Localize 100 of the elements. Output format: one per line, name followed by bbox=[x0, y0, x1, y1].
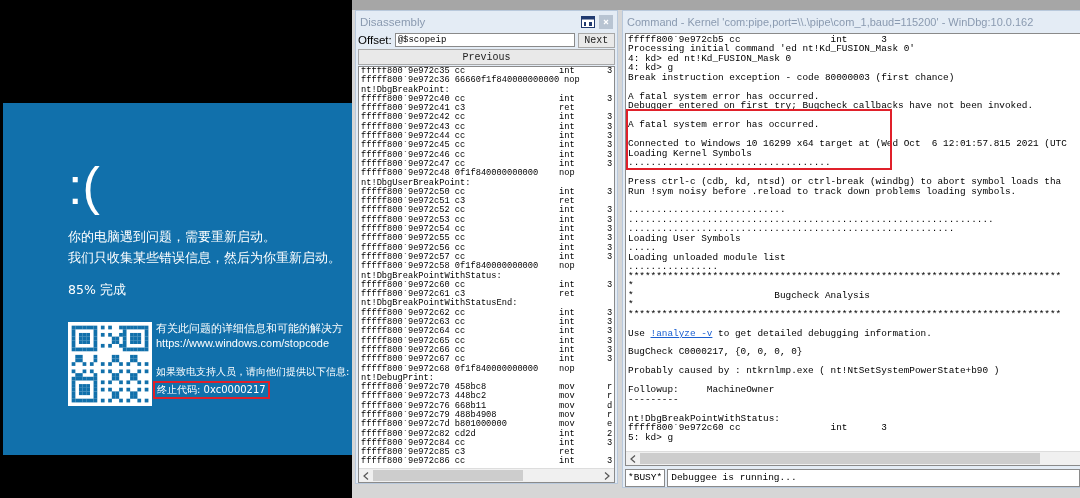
output-line: nt!DbgBreakPointWithStatus: bbox=[628, 412, 780, 424]
operand: 3 bbox=[607, 159, 613, 170]
symbol-label: nt!DbgBreakPointWithStatus: bbox=[361, 271, 502, 281]
operand: 3 bbox=[607, 94, 613, 105]
symbol-label: nt!DbgUserBreakPoint: bbox=[361, 178, 471, 188]
address-bytes: fffff800`9e972c60 cc bbox=[361, 280, 466, 290]
error-message: 我们只收集某些错误信息，然后为你重新启动。 bbox=[68, 248, 341, 267]
output-line: BugCheck C0000217, {0, 0, 0, 0} bbox=[628, 346, 803, 358]
operand: d bbox=[607, 401, 613, 411]
output-line: .................................... bbox=[628, 157, 831, 169]
mnemonic: mov bbox=[559, 400, 575, 411]
operand: 3 bbox=[607, 225, 613, 235]
next-button[interactable]: Next bbox=[577, 32, 615, 48]
mnemonic: int bbox=[559, 67, 575, 76]
address-bytes: fffff800`9e972c63 cc bbox=[361, 318, 467, 327]
operand: 3 bbox=[607, 132, 613, 142]
mnemonic: int bbox=[559, 251, 575, 262]
previous-button[interactable]: Previous bbox=[358, 49, 615, 65]
output-line: A fatal system error has occurred. bbox=[628, 90, 820, 102]
status-message: Debuggee is running... bbox=[667, 469, 1080, 487]
scroll-right-icon[interactable] bbox=[604, 471, 610, 480]
operand: 3 bbox=[607, 122, 613, 132]
output-line: * bbox=[628, 299, 634, 311]
output-line: 4: kd> ed nt!Kd_FUSION_Mask 0 bbox=[628, 52, 792, 64]
operand: 3 bbox=[607, 243, 613, 253]
mnemonic: int bbox=[559, 354, 575, 365]
address-bytes: fffff800`9e972c64 cc bbox=[361, 327, 467, 337]
stopcode-url: https://www.windows.com/stopcode bbox=[156, 336, 330, 351]
operand: 3 bbox=[607, 252, 613, 263]
busy-indicator: *BUSY* bbox=[625, 469, 666, 487]
output-line: Probably caused by : ntkrnlmp.exe ( nt!NtSetSystemPowerState+b90 ) bbox=[628, 365, 1000, 377]
mnemonic: ret bbox=[559, 196, 575, 207]
scrollbar[interactable] bbox=[626, 451, 1080, 465]
output-line: --------- bbox=[628, 393, 679, 405]
mnemonic: int bbox=[559, 224, 575, 235]
output-line: A fatal system error has occurred. bbox=[628, 119, 820, 131]
mnemonic: nop bbox=[564, 75, 580, 86]
mnemonic: mov bbox=[559, 391, 575, 402]
operand: r bbox=[607, 383, 613, 393]
address-bytes: fffff800`9e972c50 cc bbox=[361, 187, 466, 197]
mnemonic: mov bbox=[559, 419, 575, 430]
address-bytes: fffff800`9e972c7d b801000000 bbox=[361, 420, 508, 430]
mnemonic: nop bbox=[559, 363, 575, 374]
symbol-label: nt!DebugPrint: bbox=[361, 373, 434, 383]
address-bytes: fffff800`9e972c84 cc bbox=[361, 438, 467, 448]
address-bytes: fffff800`9e972c52 cc bbox=[361, 206, 467, 216]
operand: r bbox=[607, 392, 613, 402]
operand: 3 bbox=[607, 215, 613, 225]
address-bytes: fffff800`9e972c82 cd2d bbox=[361, 429, 477, 439]
output-line: * bbox=[628, 280, 634, 292]
mnemonic: ret bbox=[559, 103, 575, 114]
output-line: 4: kd> g bbox=[628, 62, 673, 74]
output-line: Break instruction exception - code 80000003 (first chance) bbox=[628, 71, 955, 83]
mnemonic: int bbox=[559, 186, 575, 197]
operand: 3 bbox=[607, 318, 613, 327]
output-line: Loading unloaded module list bbox=[628, 251, 786, 263]
output-line: Loading User Symbols bbox=[628, 232, 741, 244]
sad-face: :( bbox=[68, 156, 101, 217]
support-text: 如果致电支持人员，请向他们提供以下信息: bbox=[156, 365, 350, 378]
output-line: ............................ bbox=[628, 204, 786, 216]
mnemonic: nop bbox=[559, 261, 575, 272]
progress-text: 85% 完成 bbox=[68, 281, 126, 299]
mnemonic: int bbox=[559, 121, 575, 132]
operand: 3 bbox=[607, 206, 613, 216]
mnemonic: int bbox=[559, 214, 575, 225]
symbol-label: nt!DbgBreakPoint: bbox=[361, 85, 450, 95]
address-bytes: fffff800`9e972c36 66660f1f840000000000 bbox=[361, 76, 561, 86]
scroll-left-icon[interactable] bbox=[363, 471, 369, 480]
address-bytes: fffff800`9e972c76 668b11 bbox=[361, 401, 487, 411]
output-line: ***************************************************************************** bbox=[628, 270, 1062, 282]
scroll-left-icon[interactable] bbox=[630, 454, 636, 463]
mnemonic: int bbox=[559, 205, 575, 216]
address-bytes: fffff800`9e972c57 cc bbox=[361, 252, 466, 262]
address-bytes: fffff800`9e972c35 cc bbox=[361, 67, 466, 76]
address-bytes: fffff800`9e972c43 cc bbox=[361, 122, 467, 132]
output-line: ..... bbox=[628, 242, 657, 254]
address-bytes: fffff800`9e972c67 cc bbox=[361, 355, 466, 365]
address-bytes: fffff800`9e972c45 cc bbox=[361, 141, 467, 151]
output-line: fffff800`9e972c60 cc int 3 bbox=[628, 422, 887, 434]
address-bytes: fffff800`9e972c40 cc bbox=[361, 94, 467, 104]
output-line: Processing initial command 'ed nt!Kd_FUSION_Mask 0' bbox=[628, 43, 915, 55]
operand: 3 bbox=[607, 280, 613, 291]
scrollbar[interactable] bbox=[359, 468, 614, 482]
window-icon[interactable] bbox=[581, 15, 595, 28]
mnemonic: int bbox=[559, 335, 575, 346]
mnemonic: int bbox=[559, 456, 575, 467]
output-line: Loading Kernel Symbols bbox=[628, 147, 752, 159]
operand: 3 bbox=[607, 141, 613, 151]
mnemonic: int bbox=[559, 242, 575, 253]
operand: 2 bbox=[607, 429, 613, 439]
address-bytes: fffff800`9e972c46 cc bbox=[361, 150, 467, 160]
output-line: Followup: MachineOwner bbox=[628, 384, 775, 396]
address-bytes: fffff800`9e972c73 448bc2 bbox=[361, 392, 488, 402]
output-line: Use !analyze -v to get detailed debugging information. bbox=[628, 327, 932, 339]
offset-field[interactable]: @$scopeip bbox=[394, 33, 575, 47]
address-bytes: fffff800`9e972c66 cc bbox=[361, 345, 467, 355]
output-line: ***************************************************************************** bbox=[628, 308, 1062, 320]
operand: 3 bbox=[607, 336, 613, 346]
analyze-link[interactable]: !analyze -v bbox=[650, 327, 713, 339]
operand: 3 bbox=[607, 150, 613, 160]
